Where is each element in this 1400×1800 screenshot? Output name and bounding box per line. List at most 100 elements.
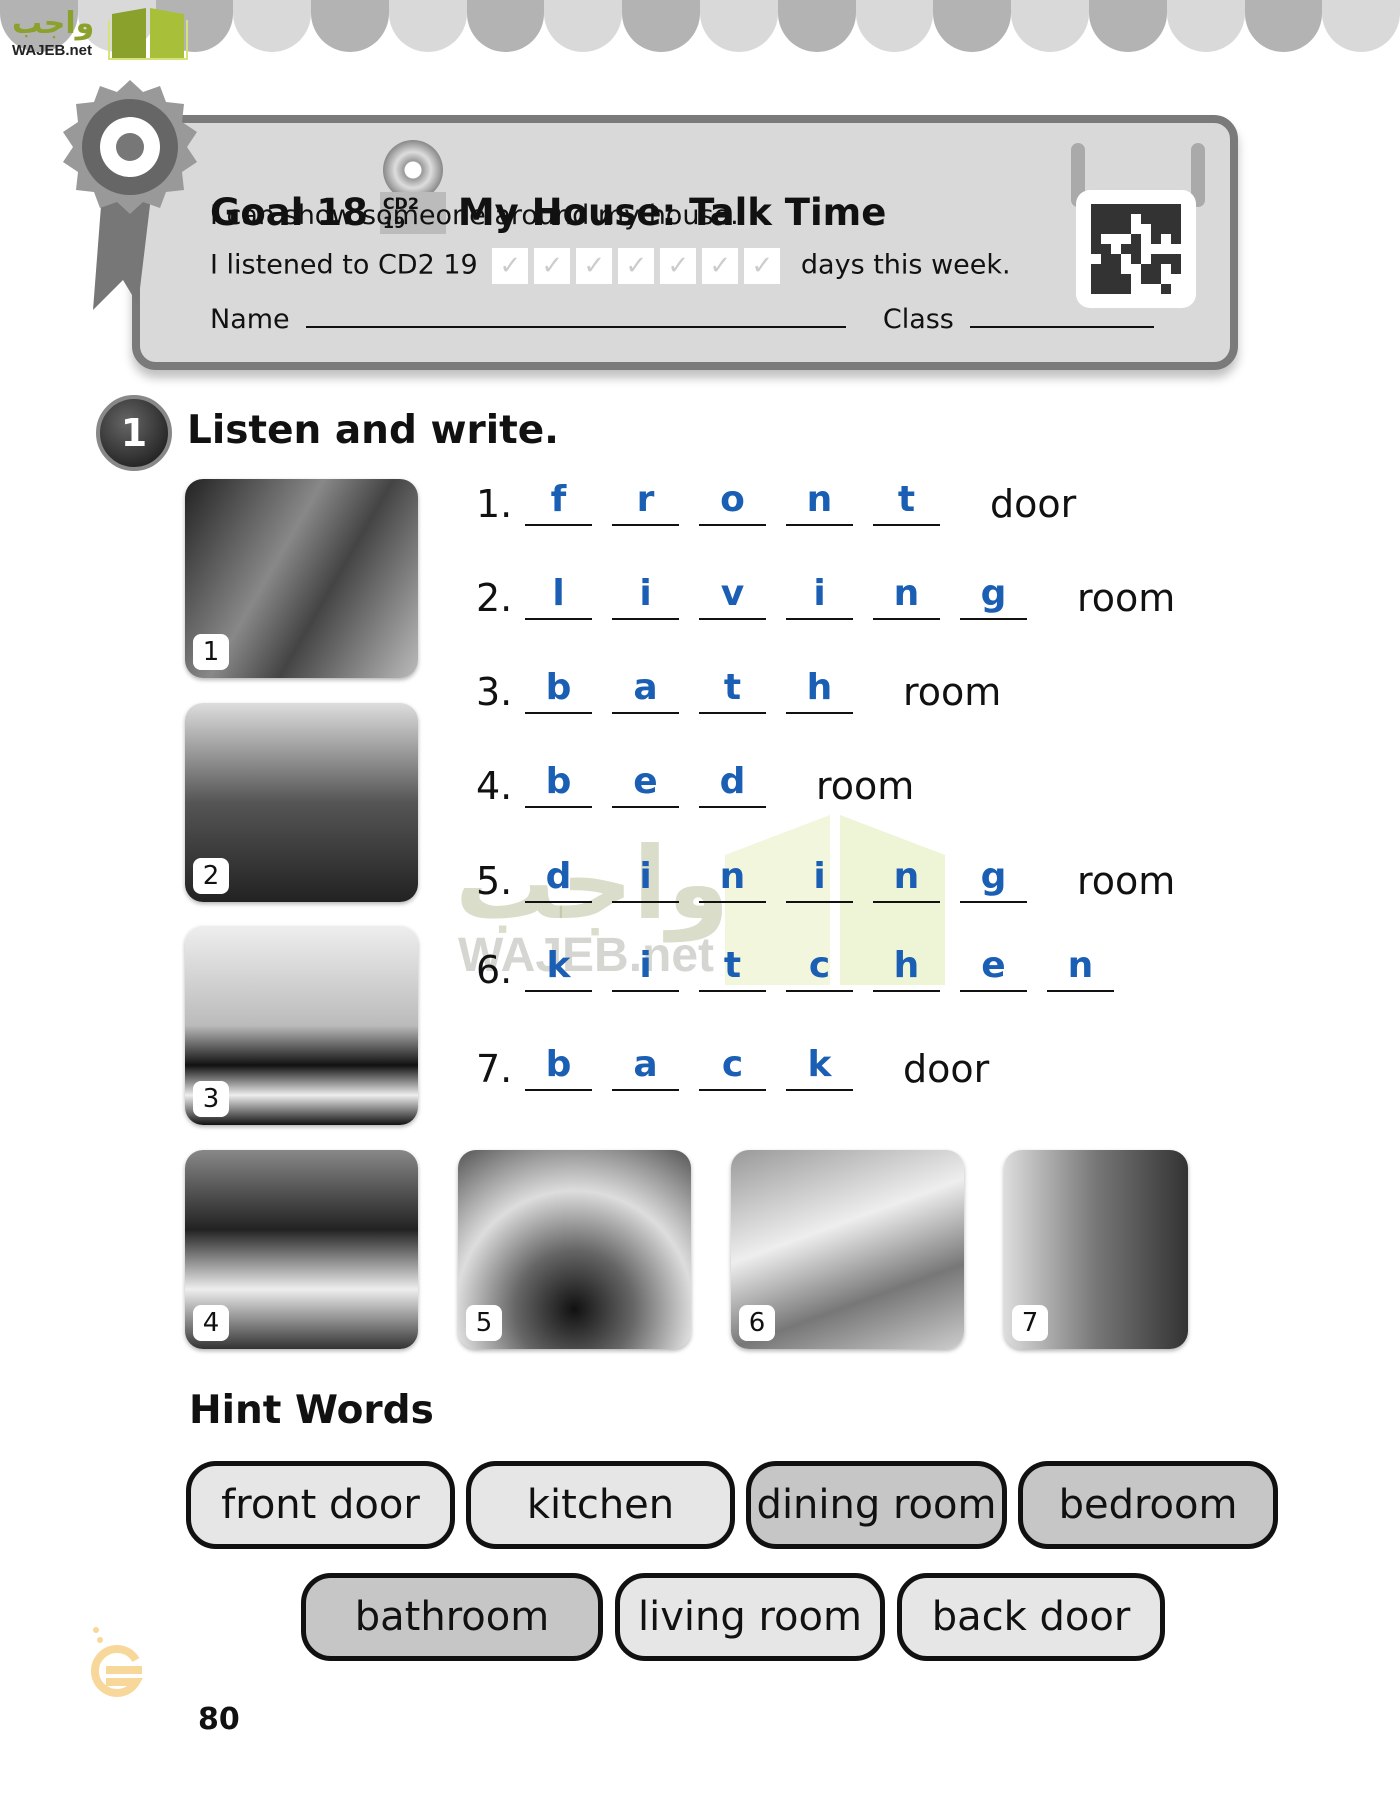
photo-number: 6 <box>739 1305 775 1341</box>
letter-blank[interactable]: n <box>1047 944 1114 992</box>
letter-blank[interactable]: o <box>699 478 766 526</box>
objective: I can show someone around my house. <box>210 200 739 231</box>
letter-blank[interactable]: c <box>699 1043 766 1091</box>
row-number: 2. <box>476 576 513 620</box>
letter-blank[interactable]: b <box>525 666 592 714</box>
house-photo: 2 <box>185 703 418 902</box>
day-checkbox[interactable]: ✓ <box>576 248 613 284</box>
publisher-logo-icon <box>90 1627 143 1697</box>
scallop <box>1166 0 1245 52</box>
row-word: door <box>990 482 1077 526</box>
row-number: 6. <box>476 948 513 992</box>
letter-blank[interactable]: k <box>525 944 592 992</box>
day-checkboxes: ✓ ✓ ✓ ✓ ✓ ✓ ✓ <box>492 248 786 284</box>
hint-words-title: Hint Words <box>189 1388 434 1433</box>
row-word: room <box>816 764 915 808</box>
exercise-row: 6. k i t c h e n <box>476 942 1134 992</box>
letter-blank[interactable]: v <box>699 572 766 620</box>
house-photo: 7 <box>1004 1150 1188 1349</box>
row-word: room <box>903 670 1002 714</box>
hint-word: bedroom <box>1018 1461 1278 1549</box>
scallop-border <box>0 0 1400 60</box>
letter-blank[interactable]: t <box>699 944 766 992</box>
letter-blank[interactable]: t <box>873 478 940 526</box>
name-class-line: Name Class <box>210 302 1155 335</box>
hint-word: living room <box>615 1573 885 1661</box>
house-photo: 1 <box>185 479 418 678</box>
scallop <box>388 0 467 52</box>
day-checkbox[interactable]: ✓ <box>492 248 529 284</box>
letter-blank[interactable]: e <box>612 760 679 808</box>
letter-blank[interactable]: c <box>786 944 853 992</box>
letter-blank[interactable]: k <box>786 1043 853 1091</box>
letter-blank[interactable]: g <box>960 572 1027 620</box>
row-word: door <box>903 1047 990 1091</box>
exercise-row: 3. b a t h room <box>476 664 1001 714</box>
award-ribbon-icon <box>63 80 197 310</box>
house-photo: 3 <box>185 926 418 1125</box>
exercise-number: 1 <box>96 395 172 471</box>
scallop <box>777 0 856 52</box>
letter-blank[interactable]: i <box>612 855 679 903</box>
letter-blank[interactable]: n <box>786 478 853 526</box>
photo-number: 4 <box>193 1305 229 1341</box>
day-checkbox[interactable]: ✓ <box>534 248 571 284</box>
house-photo: 4 <box>185 1150 418 1349</box>
scallop <box>700 0 778 52</box>
scallop <box>233 0 312 52</box>
house-photo: 5 <box>458 1150 691 1349</box>
scallop <box>622 0 701 52</box>
letter-blank[interactable]: i <box>786 855 853 903</box>
hint-word: dining room <box>746 1461 1007 1549</box>
scallop <box>933 0 1012 52</box>
letter-blank[interactable]: n <box>699 855 766 903</box>
row-number: 7. <box>476 1047 513 1091</box>
scallop <box>544 0 623 52</box>
letter-blank[interactable]: i <box>612 572 679 620</box>
name-field[interactable] <box>306 302 847 328</box>
qr-code[interactable] <box>1076 190 1196 308</box>
letter-blank[interactable]: b <box>525 760 592 808</box>
letter-blank[interactable]: t <box>699 666 766 714</box>
exercise-row: 1. f r o n t door <box>476 476 1076 526</box>
letter-blank[interactable]: n <box>873 572 940 620</box>
exercise-title: Listen and write. <box>187 408 559 453</box>
letter-blank[interactable]: f <box>525 478 592 526</box>
row-number: 3. <box>476 670 513 714</box>
day-checkbox[interactable]: ✓ <box>660 248 697 284</box>
day-checkbox[interactable]: ✓ <box>618 248 655 284</box>
letter-blank[interactable]: d <box>525 855 592 903</box>
letter-blank[interactable]: b <box>525 1043 592 1091</box>
hint-word: back door <box>897 1573 1165 1661</box>
letter-blank[interactable]: h <box>873 944 940 992</box>
scallop <box>1322 0 1400 52</box>
letter-blank[interactable]: g <box>960 855 1027 903</box>
letter-blank[interactable]: i <box>786 572 853 620</box>
letter-blank[interactable]: a <box>612 666 679 714</box>
logo-latin: WAJEB.net <box>12 42 93 59</box>
letter-blank[interactable]: h <box>786 666 853 714</box>
listened-line: I listened to CD2 19 ✓ ✓ ✓ ✓ ✓ ✓ ✓ days this w… <box>210 248 1011 284</box>
letter-blank[interactable]: n <box>873 855 940 903</box>
hint-word: kitchen <box>466 1461 735 1549</box>
logo-arabic: واجب <box>12 6 95 41</box>
photo-number: 3 <box>193 1081 229 1117</box>
letter-blank[interactable]: r <box>612 478 679 526</box>
letter-blank[interactable]: e <box>960 944 1027 992</box>
exercise-row: 7. b a c k door <box>476 1041 989 1091</box>
cd-icon <box>382 140 443 200</box>
scallop <box>1244 0 1323 52</box>
exercise-row: 2. l i v i n g room <box>476 570 1175 620</box>
row-word: room <box>1077 576 1176 620</box>
letter-blank[interactable]: i <box>612 944 679 992</box>
photo-number: 2 <box>193 858 229 894</box>
letter-blank[interactable]: l <box>525 572 592 620</box>
day-checkbox[interactable]: ✓ <box>702 248 739 284</box>
row-number: 4. <box>476 764 513 808</box>
day-checkbox[interactable]: ✓ <box>744 248 781 284</box>
page-number: 80 <box>198 1702 240 1737</box>
letter-blank[interactable]: a <box>612 1043 679 1091</box>
letter-blank[interactable]: d <box>699 760 766 808</box>
photo-number: 5 <box>466 1305 502 1341</box>
house-photo: 6 <box>731 1150 964 1349</box>
